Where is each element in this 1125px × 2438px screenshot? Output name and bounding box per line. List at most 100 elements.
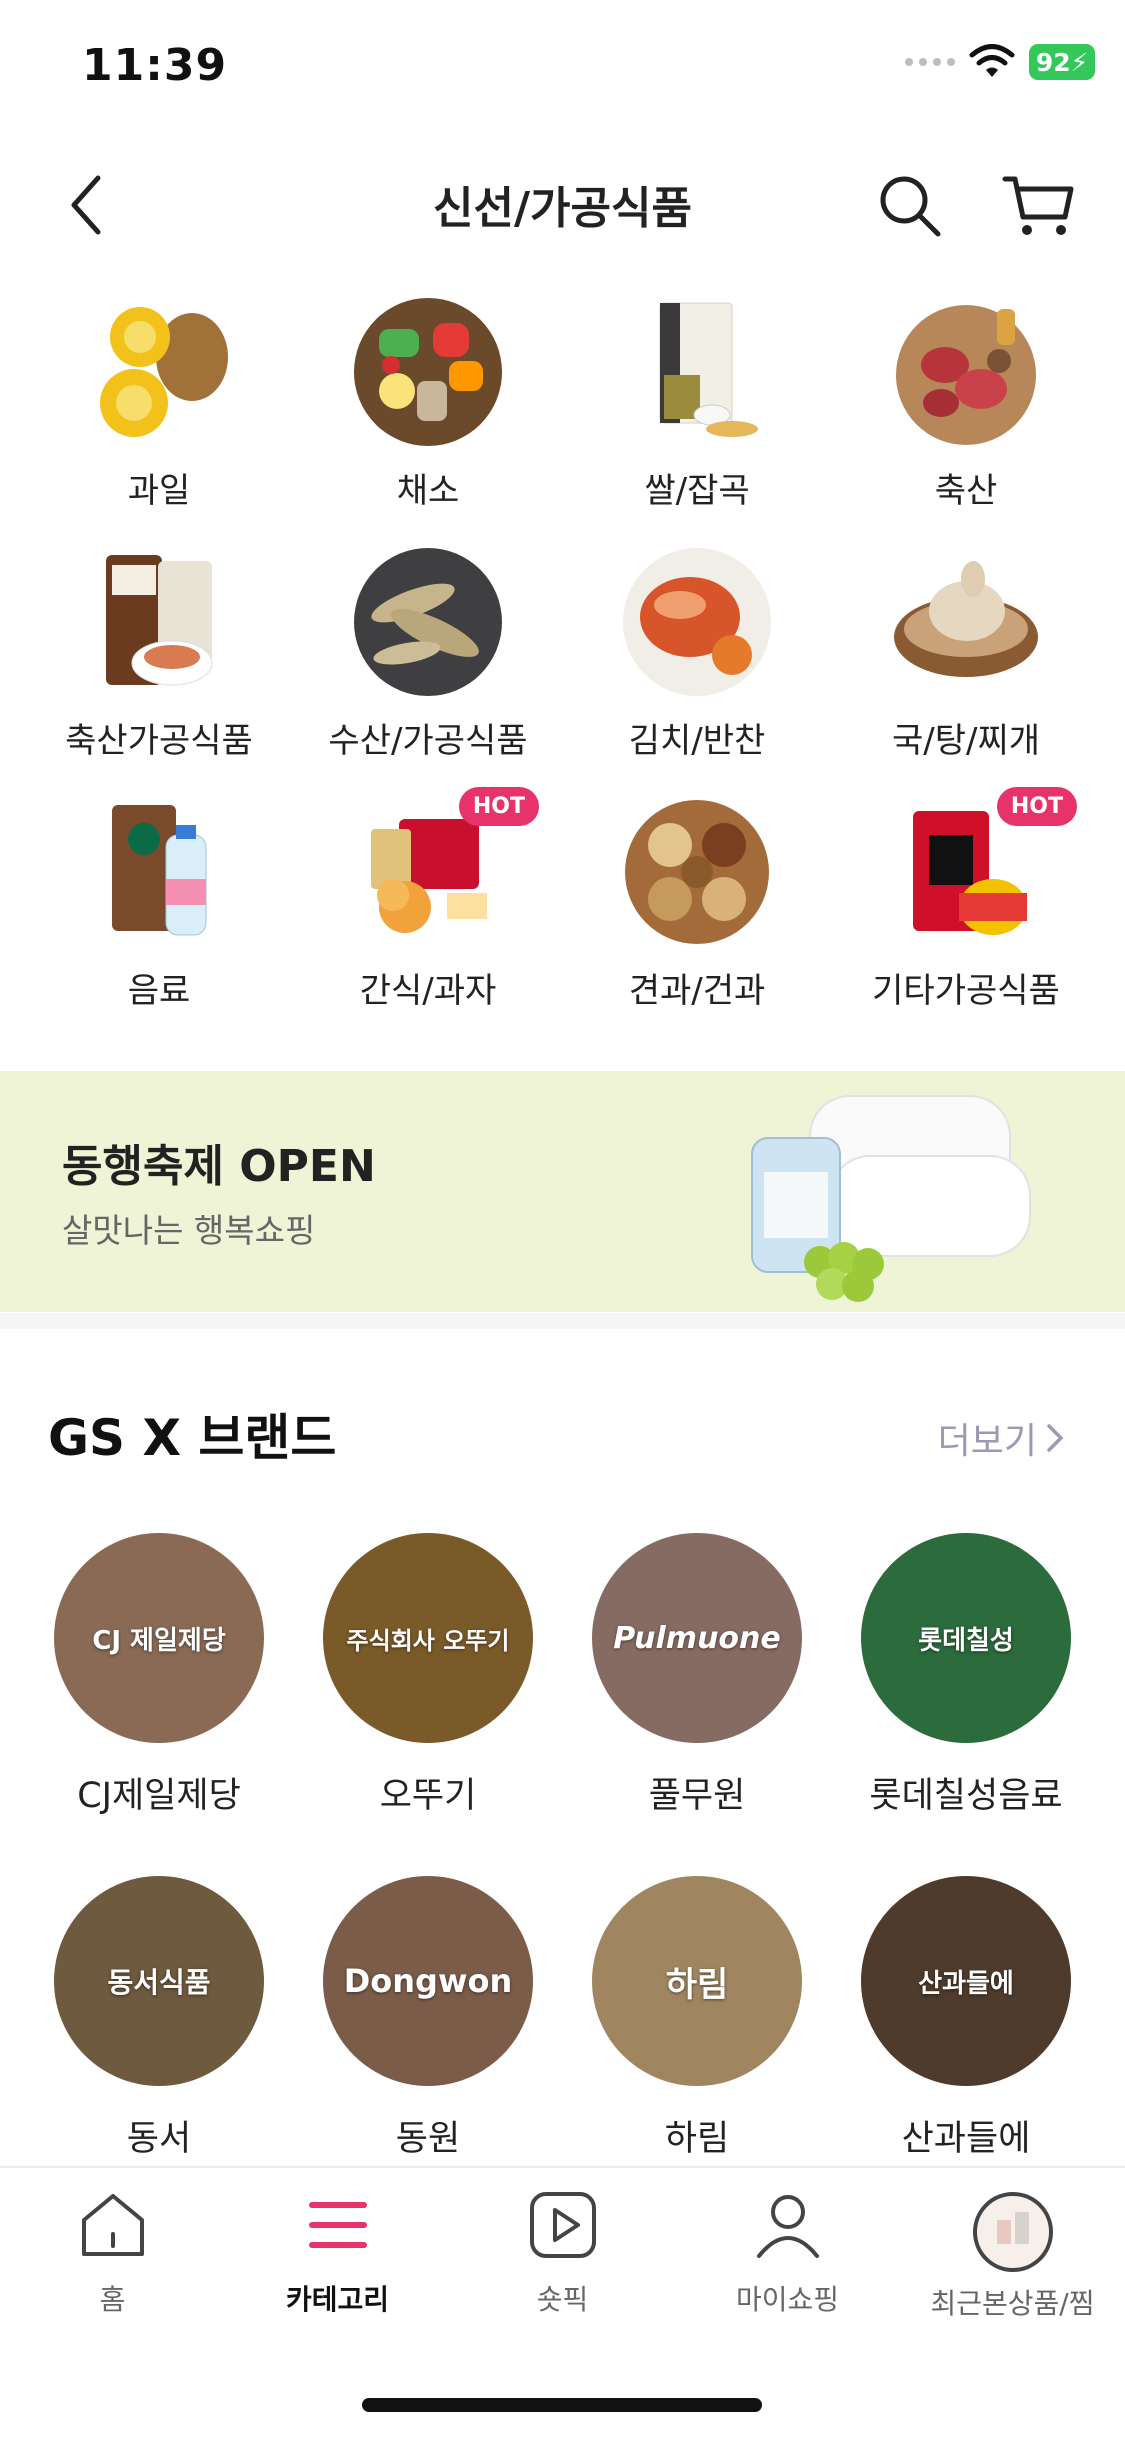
brand-logo: 주식회사 오뚜기 [346, 1626, 510, 1655]
chevron-right-icon [1047, 1424, 1064, 1452]
section-divider [0, 1313, 1125, 1329]
category-item-vegetable[interactable]: 채소 [293, 295, 563, 512]
nav-label: 최근본상품/찜 [930, 2287, 1095, 2320]
soup-thumbnail [894, 561, 1038, 677]
brand-label: 동서 [126, 2119, 192, 2159]
battery-icon: 92 ⚡ [1029, 44, 1095, 80]
meat-thumbnail [896, 305, 1036, 445]
nav-label: 카테고리 [285, 2283, 390, 2316]
brand-item-sangwadeule[interactable]: 산과들에 산과들에 [831, 1876, 1101, 2161]
battery-level: 92 [1035, 47, 1071, 77]
brand-logo: 롯데칠성 [918, 1625, 1014, 1656]
nav-shortpick[interactable]: 숏픽 [450, 2190, 675, 2318]
cart-button[interactable] [998, 168, 1080, 244]
category-item-soup[interactable]: 국/탕/찌개 [831, 545, 1101, 762]
brand-item-lotte-chilsung[interactable]: 롯데칠성 롯데칠성음료 [831, 1533, 1101, 1818]
brand-label: 오뚜기 [379, 1776, 477, 1816]
brand-image: Pulmuone [592, 1533, 802, 1743]
category-item-rice-grain[interactable]: 쌀/잡곡 [562, 295, 832, 512]
category-label: 국/탕/찌개 [891, 721, 1041, 761]
seafood-thumbnail [354, 548, 502, 696]
search-button[interactable] [872, 168, 948, 244]
brand-logo: 동서식품 [107, 1966, 211, 1999]
kimchi-thumbnail [623, 548, 771, 696]
brand-image: 하림 [592, 1876, 802, 2086]
brand-item-cj[interactable]: CJ 제일제당 CJ제일제당 [24, 1533, 294, 1818]
brand-image: 동서식품 [54, 1876, 264, 2086]
category-item-seafood[interactable]: 수산/가공식품 [293, 545, 563, 762]
category-label: 견과/건과 [628, 971, 766, 1011]
recent-thumbnail [972, 2192, 1053, 2272]
brand-image: CJ 제일제당 [54, 1533, 264, 1743]
brand-label: 산과들에 [901, 2119, 1031, 2159]
category-label: 음료 [127, 971, 191, 1011]
nav-label: 숏픽 [536, 2283, 589, 2316]
hot-badge: HOT [996, 787, 1077, 826]
nuts-thumbnail [625, 800, 769, 944]
category-item-processed-meat[interactable]: 축산가공식품 [24, 545, 294, 762]
category-item-snack[interactable]: HOT 간식/과자 [293, 787, 563, 1012]
more-label: 더보기 [937, 1421, 1037, 1462]
brand-item-dongwon[interactable]: Dongwon 동원 [293, 1876, 563, 2161]
vegetable-thumbnail [354, 298, 502, 446]
brand-item-pulmuone[interactable]: Pulmuone 풀무원 [562, 1533, 832, 1818]
banner-title: 동행축제 OPEN [62, 1141, 376, 1192]
category-item-kimchi[interactable]: 김치/반찬 [562, 545, 832, 762]
nav-myshopping[interactable]: 마이쇼핑 [675, 2190, 900, 2318]
brand-label: CJ제일제당 [77, 1776, 241, 1816]
category-label: 과일 [127, 471, 191, 511]
brand-image: 주식회사 오뚜기 [323, 1533, 533, 1743]
signal-icon [905, 58, 955, 66]
brand-label: 롯데칠성음료 [869, 1776, 1063, 1816]
person-icon [756, 2195, 819, 2258]
category-item-meat[interactable]: 축산 [831, 295, 1101, 512]
category-label: 기타가공식품 [872, 971, 1060, 1011]
beverage-thumbnail [112, 805, 207, 936]
nav-home[interactable]: 홈 [0, 2190, 225, 2318]
home-indicator [362, 2398, 762, 2412]
category-item-beverage[interactable]: 음료 [24, 795, 294, 1012]
fruit-thumbnail [100, 307, 228, 437]
category-label: 김치/반찬 [628, 721, 766, 761]
search-icon [880, 176, 941, 237]
other-processed-thumbnail-wrap: HOT [889, 787, 1077, 949]
brand-image: Dongwon [323, 1876, 533, 2086]
nav-label: 홈 [99, 2283, 126, 2316]
menu-icon [308, 2202, 367, 2248]
brand-label: 하림 [664, 2119, 730, 2159]
status-indicators: 92 ⚡ [905, 44, 1095, 80]
cart-icon [1002, 176, 1074, 235]
brand-logo: 산과들에 [918, 1968, 1014, 1999]
status-time: 11:39 [82, 40, 228, 91]
brand-logo: CJ 제일제당 [92, 1625, 226, 1656]
play-icon [529, 2192, 596, 2258]
brand-item-harim[interactable]: 하림 하림 [562, 1876, 832, 2161]
category-item-nuts[interactable]: 견과/건과 [562, 795, 832, 1012]
brand-label: 동원 [395, 2119, 461, 2159]
page-title: 신선/가공식품 [433, 183, 692, 234]
processed-meat-thumbnail [106, 555, 213, 686]
category-label: 간식/과자 [359, 971, 497, 1011]
brand-logo: Pulmuone [613, 1620, 781, 1656]
category-item-other-processed[interactable]: HOT 기타가공식품 [831, 787, 1101, 1012]
rice-grain-thumbnail [659, 302, 758, 437]
brand-item-dongsuh[interactable]: 동서식품 동서 [24, 1876, 294, 2161]
wifi-icon [969, 44, 1015, 77]
nav-recent-wishlist[interactable]: 최근본상품/찜 [900, 2190, 1125, 2322]
banner-subtitle: 살맛나는 행복쇼핑 [62, 1211, 316, 1250]
brand-item-ottogi[interactable]: 주식회사 오뚜기 오뚜기 [293, 1533, 563, 1818]
category-label: 축산가공식품 [65, 721, 253, 761]
brand-image: 롯데칠성 [861, 1533, 1071, 1743]
hot-badge: HOT [458, 787, 539, 826]
nav-label: 마이쇼핑 [735, 2283, 840, 2316]
more-link[interactable]: 더보기 [938, 1412, 1065, 1464]
home-icon [81, 2194, 144, 2256]
brand-label: 풀무원 [648, 1776, 746, 1816]
nav-category[interactable]: 카테고리 [225, 2190, 450, 2318]
snack-thumbnail-wrap: HOT [351, 787, 539, 949]
banner-product-image [751, 1095, 1031, 1302]
category-item-fruit[interactable]: 과일 [24, 295, 294, 512]
brand-section-title: GS X 브랜드 [48, 1409, 337, 1467]
category-label: 축산 [934, 471, 998, 511]
brand-logo: Dongwon [343, 1962, 513, 2000]
